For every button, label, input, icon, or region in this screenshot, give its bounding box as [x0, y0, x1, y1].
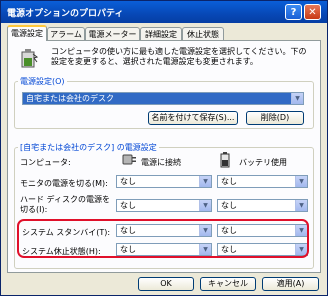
- help-icon: ?: [290, 6, 297, 18]
- apply-button[interactable]: 適用(A): [262, 277, 319, 291]
- tab-power-meter[interactable]: 電源メーター: [85, 27, 140, 40]
- power-scheme-group-label: 電源設定(O): [18, 76, 67, 87]
- ac-power-header: 電源に接続: [141, 158, 181, 167]
- close-icon: ✕: [308, 6, 317, 18]
- tab-label: 休止状態: [187, 30, 219, 39]
- highlight-annotation-box: [17, 219, 309, 258]
- ok-button[interactable]: OK: [138, 277, 194, 291]
- chevron-down-icon[interactable]: ▼: [199, 200, 211, 211]
- tab-hibernate[interactable]: 休止状態: [182, 27, 224, 40]
- chevron-down-icon[interactable]: ▼: [295, 176, 307, 187]
- close-button[interactable]: ✕: [304, 4, 321, 20]
- computer-label: コンピュータ:: [20, 158, 71, 167]
- window-title: 電源オプションのプロパティ: [7, 9, 124, 19]
- tab-label: 電源メーター: [88, 30, 137, 39]
- monitor-off-battery-select[interactable]: なし ▼: [217, 175, 308, 188]
- power-settings-group-label: [自宅または会社のデスク] の電源設定: [18, 142, 159, 153]
- power-options-window: 電源オプションのプロパティ ? ✕ 電源設定 アラーム 電源メーター 詳細設定 …: [0, 0, 328, 296]
- power-scheme-select[interactable]: 自宅または会社のデスク ▼: [22, 92, 304, 105]
- tab-alarms[interactable]: アラーム: [47, 27, 85, 40]
- tab-label: 電源設定: [11, 29, 43, 38]
- tab-power-schemes[interactable]: 電源設定: [7, 25, 47, 41]
- battery-header: バッテリ使用: [239, 158, 287, 167]
- save-as-button[interactable]: 名前を付けて保存(S)...: [148, 111, 238, 125]
- title-bar[interactable]: 電源オプションのプロパティ ? ✕: [1, 1, 327, 23]
- hard-disk-off-battery-select[interactable]: なし ▼: [217, 199, 308, 212]
- tab-advanced[interactable]: 詳細設定: [140, 27, 182, 40]
- tab-label: アラーム: [50, 30, 82, 39]
- plug-icon: [122, 154, 136, 165]
- monitor-off-ac-select[interactable]: なし ▼: [116, 175, 212, 188]
- power-scheme-value: 自宅または会社のデスク: [26, 94, 114, 103]
- chevron-down-icon[interactable]: ▼: [199, 176, 211, 187]
- description-text: コンピュータの使い方に最も適した電源設定を選択してください。下の設定を変更すると…: [51, 47, 307, 66]
- battery-icon: [220, 152, 230, 168]
- select-value: なし: [120, 201, 136, 210]
- delete-button[interactable]: 削除(D): [246, 111, 304, 125]
- select-value: なし: [120, 177, 136, 186]
- cancel-button[interactable]: キャンセル: [200, 277, 256, 291]
- power-scheme-icon: [21, 49, 38, 68]
- help-button[interactable]: ?: [285, 4, 302, 20]
- select-value: なし: [221, 177, 237, 186]
- hard-disk-off-label: ハード ディスクの電源を切る(I):: [20, 195, 110, 214]
- chevron-down-icon[interactable]: ▼: [291, 93, 303, 104]
- tab-label: 詳細設定: [145, 30, 177, 39]
- chevron-down-icon[interactable]: ▼: [295, 200, 307, 211]
- monitor-off-label: モニタの電源を切る(M):: [20, 179, 108, 188]
- select-value: なし: [221, 201, 237, 210]
- hard-disk-off-ac-select[interactable]: なし ▼: [116, 199, 212, 212]
